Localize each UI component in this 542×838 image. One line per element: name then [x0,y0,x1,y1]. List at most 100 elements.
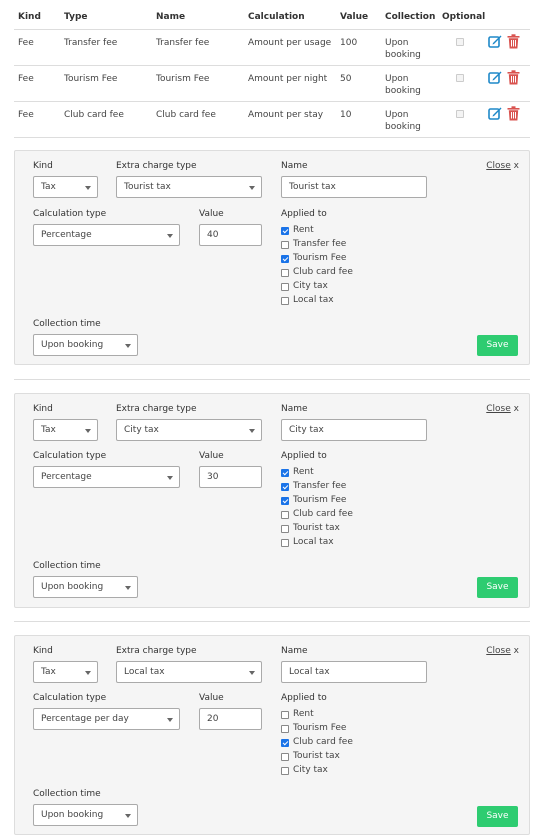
close-link[interactable]: Close [486,646,511,656]
option-label: City tax [293,765,328,775]
option-label: Transfer fee [293,239,347,249]
name-input[interactable]: Local tax [281,661,427,683]
option-label: Club card fee [293,267,353,277]
checkbox[interactable] [281,753,289,761]
option-label: Rent [293,467,314,477]
header-value: Value [340,12,369,22]
applied-to-label: Applied to [281,451,327,461]
applied-to-label: Applied to [281,693,327,703]
value-input[interactable]: 20 [199,708,262,730]
name-label: Name [281,161,308,171]
extra-charge-type-label: Extra charge type [116,646,197,656]
calculation-type-select[interactable]: Percentage [33,466,180,488]
header-collection: Collection [385,12,436,22]
checkbox[interactable] [281,511,289,519]
header-name: Name [156,12,186,22]
optional-checkbox[interactable] [456,74,464,82]
checkbox-checked[interactable] [281,255,289,263]
collection-time-select[interactable]: Upon booking [33,804,138,826]
cell-kind: Fee [18,38,34,48]
cell-collection: Upon booking [385,74,421,96]
extra-charge-type-select[interactable]: City tax [116,419,262,441]
collection-time-select[interactable]: Upon booking [33,576,138,598]
table-row: Fee Tourism Fee Tourism Fee Amount per n… [14,66,530,102]
checkbox[interactable] [281,539,289,547]
checkbox-checked[interactable] [281,227,289,235]
checkbox[interactable] [281,725,289,733]
kind-value: Tax [41,425,56,435]
value-input[interactable]: 40 [199,224,262,246]
checkbox-checked[interactable] [281,497,289,505]
close-link[interactable]: Close [486,404,511,414]
trash-icon[interactable] [507,70,520,85]
extra-charges-table: Kind Type Name Calculation Value Collect… [14,0,530,138]
collection-time-value: Upon booking [41,582,104,592]
value-label: Value [199,693,224,703]
divider [14,621,530,622]
checkbox-checked[interactable] [281,483,289,491]
close-button[interactable]: Close x [486,646,519,656]
optional-checkbox[interactable] [456,38,464,46]
checkbox[interactable] [281,297,289,305]
save-button[interactable]: Save [477,577,518,598]
chevron-down-icon [125,344,131,348]
edit-icon[interactable] [488,35,502,48]
collection-time-value: Upon booking [41,810,104,820]
checkbox[interactable] [281,767,289,775]
option-label: Tourist tax [293,523,340,533]
header-calculation: Calculation [248,12,305,22]
close-button[interactable]: Close x [486,161,519,171]
collection-time-select[interactable]: Upon booking [33,334,138,356]
collection-time-label: Collection time [33,561,101,571]
table-row: Fee Transfer fee Transfer fee Amount per… [14,30,530,66]
checkbox[interactable] [281,711,289,719]
close-button[interactable]: Close x [486,404,519,414]
extra-charge-type-value: Tourist tax [124,182,171,192]
kind-select[interactable]: Tax [33,661,98,683]
calculation-type-value: Percentage [41,230,92,240]
name-input[interactable]: City tax [281,419,427,441]
value-input[interactable]: 30 [199,466,262,488]
edit-icon[interactable] [488,107,502,120]
calculation-type-label: Calculation type [33,209,107,219]
kind-label: Kind [33,404,53,414]
chevron-down-icon [249,671,255,675]
table-row: Fee Club card fee Club card fee Amount p… [14,102,530,138]
close-icon: x [513,404,519,414]
optional-checkbox[interactable] [456,110,464,118]
calculation-type-select[interactable]: Percentage per day [33,708,180,730]
kind-label: Kind [33,646,53,656]
kind-select[interactable]: Tax [33,176,98,198]
close-icon: x [513,161,519,171]
chevron-down-icon [85,429,91,433]
kind-select[interactable]: Tax [33,419,98,441]
chevron-down-icon [85,186,91,190]
cell-name: Club card fee [156,110,216,120]
checkbox[interactable] [281,525,289,533]
option-label: Tourism Fee [293,253,347,263]
checkbox-checked[interactable] [281,739,289,747]
chevron-down-icon [167,476,173,480]
checkbox-checked[interactable] [281,469,289,477]
calculation-type-select[interactable]: Percentage [33,224,180,246]
cell-value: 50 [340,74,352,84]
chevron-down-icon [249,429,255,433]
name-label: Name [281,404,308,414]
save-button[interactable]: Save [477,806,518,827]
save-button[interactable]: Save [477,335,518,356]
extra-charge-type-select[interactable]: Local tax [116,661,262,683]
applied-to-label: Applied to [281,209,327,219]
edit-icon[interactable] [488,71,502,84]
name-input[interactable]: Tourist tax [281,176,427,198]
checkbox[interactable] [281,269,289,277]
table-header: Kind Type Name Calculation Value Collect… [14,0,530,30]
trash-icon[interactable] [507,34,520,49]
checkbox[interactable] [281,283,289,291]
cell-kind: Fee [18,110,34,120]
name-label: Name [281,646,308,656]
trash-icon[interactable] [507,106,520,121]
kind-value: Tax [41,667,56,677]
checkbox[interactable] [281,241,289,249]
close-link[interactable]: Close [486,161,511,171]
extra-charge-type-select[interactable]: Tourist tax [116,176,262,198]
